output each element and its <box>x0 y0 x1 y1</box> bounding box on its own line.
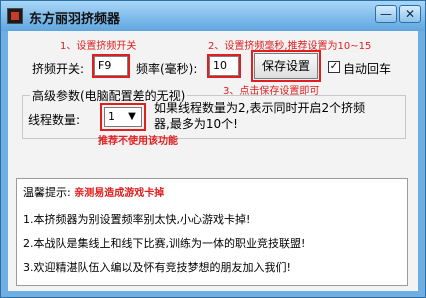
auto-enter-label: 自动回车 <box>343 62 392 76</box>
app-window: 东方丽羽挤频器 — ✕ 1、设置挤频开关 2、设置挤频毫秒,推荐设置为10~15… <box>0 0 426 298</box>
threads-note-line2: 器,最多为10个! <box>154 117 238 131</box>
tips-heading: 温馨提示: <box>23 186 71 199</box>
save-highlight-box <box>251 50 321 82</box>
tip-line-1: 1.本挤频器为别设置频率别太快,小心游戏卡掉! <box>23 213 251 226</box>
annotation-set-hotkey: 1、设置挤频开关 <box>60 41 137 52</box>
tip-line-3: 3.欢迎精湛队伍入编以及怀有竞技梦想的朋友加入我们! <box>23 261 291 274</box>
title-bar[interactable]: 东方丽羽挤频器 — ✕ <box>1 1 425 31</box>
close-button[interactable]: ✕ <box>399 5 421 23</box>
threads-note-line1: 如果线程数量为2,表示同时开启2个挤频 <box>154 101 366 115</box>
checkmark-icon: ✓ <box>329 61 339 72</box>
interval-label: 频率(毫秒): <box>136 62 198 76</box>
hotkey-highlight-box <box>92 54 130 78</box>
tips-heading-annotation: 亲测易造成游戏卡掉 <box>74 188 165 199</box>
tips-panel: 温馨提示: 亲测易造成游戏卡掉 1.本挤频器为别设置频率别太快,小心游戏卡掉! … <box>16 178 408 286</box>
annotation-not-recommended: 推荐不使用该功能 <box>98 136 178 147</box>
tips-heading-row: 温馨提示: 亲测易造成游戏卡掉 <box>23 184 164 200</box>
minimize-button[interactable]: — <box>375 5 397 23</box>
app-icon <box>7 8 23 24</box>
interval-highlight-box <box>207 54 241 78</box>
client-area: 1、设置挤频开关 2、设置挤频毫秒,推荐设置为10~15 挤频开关: F9 频率… <box>8 31 418 291</box>
window-title: 东方丽羽挤频器 <box>29 12 121 27</box>
hotkey-label: 挤频开关: <box>32 62 85 76</box>
threads-highlight-box <box>100 103 146 131</box>
threads-label: 线程数量: <box>28 113 81 127</box>
tip-line-2: 2.本战队是集线上和线下比赛,训练为一体的职业竞技联盟! <box>23 237 306 250</box>
auto-enter-checkbox[interactable]: ✓ <box>328 61 340 73</box>
